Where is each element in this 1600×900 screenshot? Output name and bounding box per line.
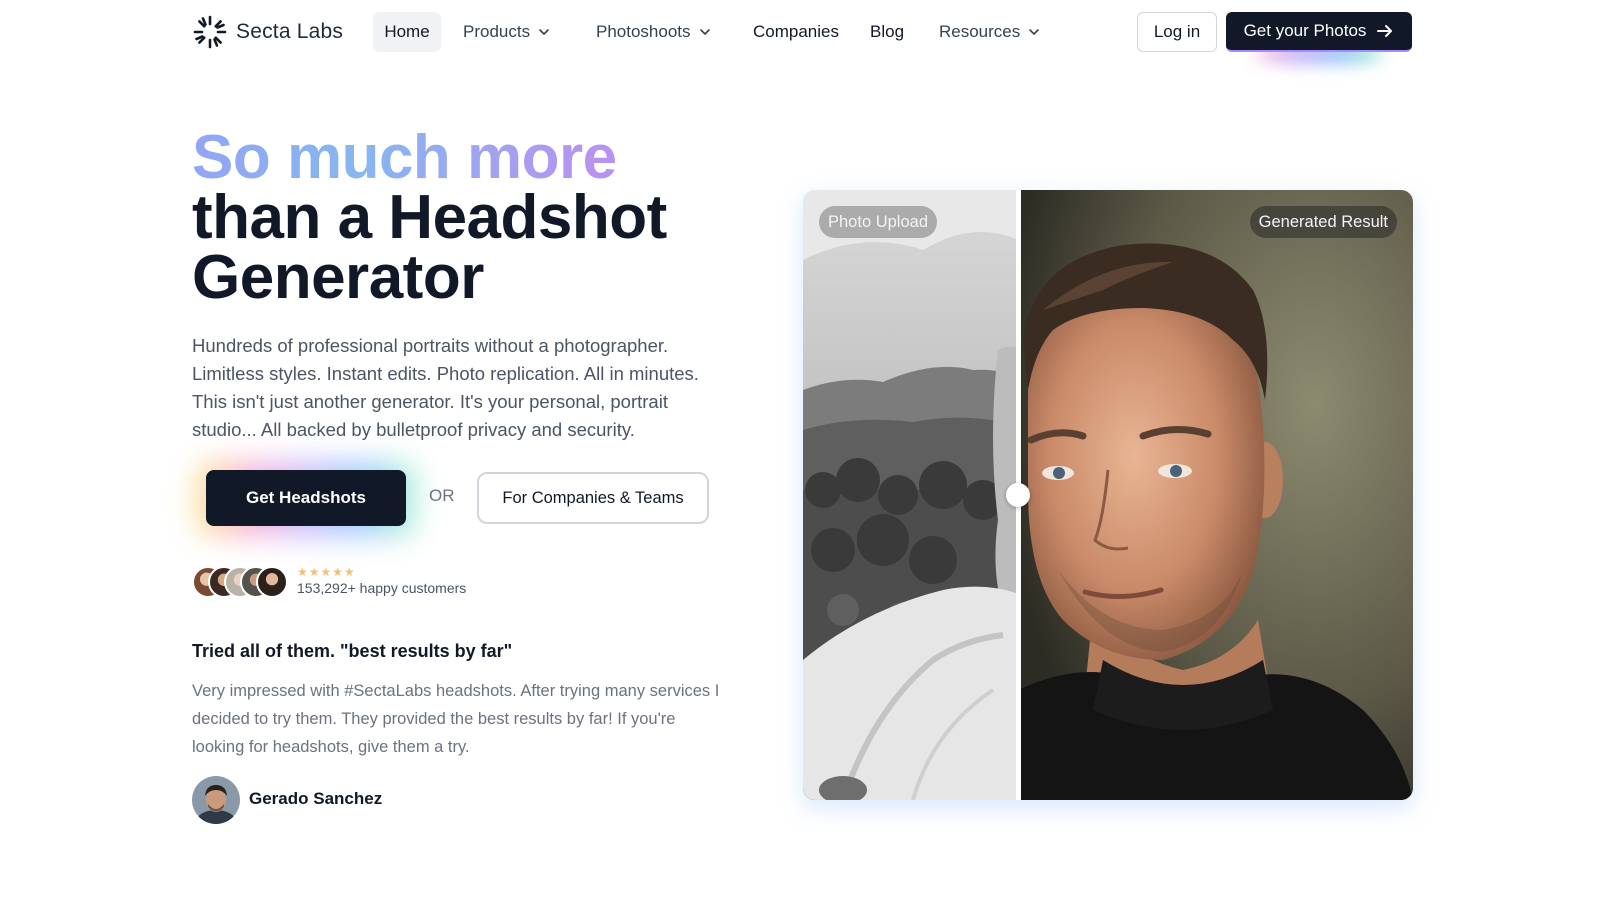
logo-mark-icon (193, 15, 227, 49)
comparison-image (803, 190, 1413, 800)
get-photos-button-wrap: Get your Photos (1226, 12, 1412, 62)
hero-title-line-3: Generator (192, 243, 484, 312)
customer-count: 153,292+ happy customers (297, 580, 467, 596)
rating-stars: ★★★★★ (297, 565, 356, 579)
photo-upload-label: Photo Upload (819, 206, 937, 238)
chevron-down-icon (1029, 29, 1040, 35)
nav-item-label: Products (463, 22, 531, 41)
nav-item-home[interactable]: Home (373, 12, 441, 52)
hero-title: So much more than a Headshot Generator (192, 127, 752, 312)
nav-item-blog[interactable]: Blog (870, 12, 904, 52)
customer-avatars (192, 566, 292, 598)
author-avatar (192, 776, 240, 824)
nav-item-label: Resources (939, 22, 1021, 41)
get-headshots-button[interactable]: Get Headshots (206, 470, 406, 526)
get-photos-button[interactable]: Get your Photos (1226, 12, 1412, 52)
get-photos-label: Get your Photos (1243, 21, 1367, 40)
nav-item-label: Photoshoots (596, 22, 691, 41)
generated-result-label: Generated Result (1249, 206, 1397, 238)
login-button[interactable]: Log in (1137, 12, 1217, 52)
nav-item-label: Companies (753, 22, 839, 41)
top-navigation: Secta Labs Home Products Photoshoots Com… (0, 0, 1600, 64)
testimonial-body: Very impressed with #SectaLabs headshots… (192, 682, 720, 756)
companies-teams-button[interactable]: For Companies & Teams (477, 472, 709, 524)
arrow-right-icon (1377, 25, 1393, 37)
testimonial-title: Tried all of them. "best results by far" (192, 641, 513, 661)
before-after-comparison[interactable]: Photo Upload Generated Result (803, 190, 1413, 800)
chevron-down-icon (539, 29, 549, 35)
author-photo (192, 776, 240, 824)
nav-item-photoshoots[interactable]: Photoshoots (596, 12, 711, 52)
get-headshots-wrap: Get Headshots (196, 462, 416, 536)
generated-result-image (1018, 190, 1413, 800)
brand-name: Secta Labs (236, 20, 344, 43)
photo-upload-image (803, 190, 1018, 800)
avatar (256, 566, 288, 598)
hero-title-gradient: So much more (192, 127, 752, 189)
comparison-slider-handle[interactable] (1006, 483, 1030, 507)
hero-description: Hundreds of professional portraits witho… (192, 335, 699, 440)
nav-item-products[interactable]: Products (463, 12, 550, 52)
nav-item-resources[interactable]: Resources (939, 12, 1040, 52)
or-separator: OR (429, 486, 455, 505)
nav-item-label: Blog (870, 22, 905, 41)
hero-title-line-2: than a Headshot (192, 183, 667, 252)
chevron-down-icon (699, 29, 710, 35)
nav-item-label: Home (384, 22, 430, 41)
brand-logo[interactable]: Secta Labs (192, 14, 343, 50)
testimonial-author: Gerado Sanchez (249, 789, 383, 808)
nav-item-companies[interactable]: Companies (753, 12, 839, 52)
